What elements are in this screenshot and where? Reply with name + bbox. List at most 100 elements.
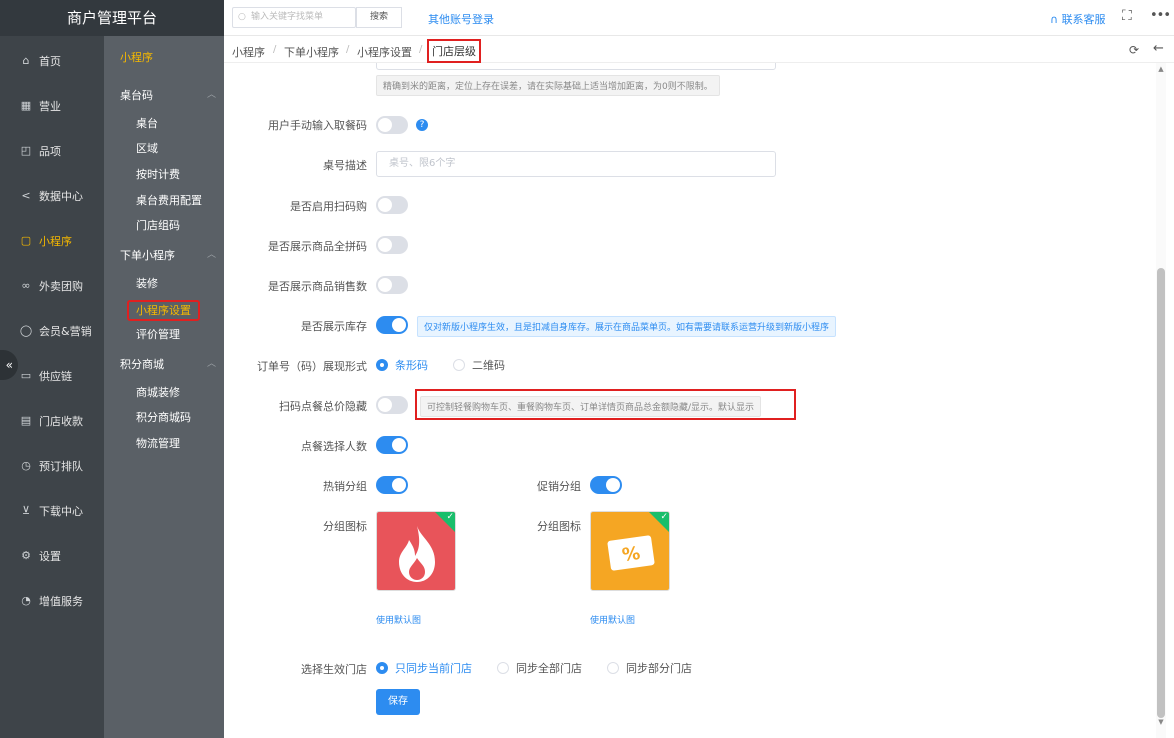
truck-icon: ▭ xyxy=(20,369,32,382)
distance-input[interactable] xyxy=(376,63,776,70)
nav-item-miniapp[interactable]: ▢ 小程序 xyxy=(0,218,104,263)
user-icon: ◯ xyxy=(19,324,33,337)
nav-item-addon[interactable]: ◔ 增值服务 xyxy=(0,578,104,623)
nav-item-settings[interactable]: ⚙ 设置 xyxy=(0,533,104,578)
sub-item-logistics[interactable]: 物流管理 xyxy=(136,435,180,451)
sub-item-reviews[interactable]: 评价管理 xyxy=(136,326,180,342)
radio-label: 同步部分门店 xyxy=(626,662,692,675)
menu-search-input[interactable]: ○ 输入关键字找菜单 xyxy=(232,7,356,28)
nav-label: 供应链 xyxy=(39,369,72,383)
sub-item-mall-decoration[interactable]: 商城装修 xyxy=(136,384,180,400)
nav-label: 首页 xyxy=(39,54,61,68)
sub-item-decoration[interactable]: 装修 xyxy=(136,275,158,291)
nav-label: 小程序 xyxy=(39,234,72,248)
radio-dot xyxy=(497,662,509,674)
contact-service-link[interactable]: ∩ 联系客服 xyxy=(1050,11,1106,27)
breadcrumb: 小程序 / 下单小程序 / 小程序设置 / 门店层级 ⟳ ← xyxy=(224,37,1174,63)
nav-label: 下载中心 xyxy=(39,504,83,518)
chevron-up-icon: ︿ xyxy=(206,90,216,100)
nav-label: 门店收款 xyxy=(39,414,83,428)
sub-group-points-mall[interactable]: 积分商城 ︿ xyxy=(120,356,216,372)
clock-icon: ◷ xyxy=(21,459,31,472)
other-account-login-link[interactable]: 其他账号登录 xyxy=(428,11,494,27)
scroll-down-icon[interactable]: ▼ xyxy=(1156,718,1166,726)
stock-toggle[interactable] xyxy=(376,316,408,334)
radio-current-store[interactable]: 只同步当前门店 xyxy=(376,660,472,676)
chevron-up-icon: ︿ xyxy=(206,359,216,369)
radio-dot xyxy=(607,662,619,674)
promo-use-default-link[interactable]: 使用默认图 xyxy=(590,613,635,626)
scroll-up-icon[interactable]: ▲ xyxy=(1156,65,1166,73)
sub-item-mall-code[interactable]: 积分商城码 xyxy=(136,409,191,425)
nav-item-payment[interactable]: ▤ 门店收款 xyxy=(0,398,104,443)
nav-item-download[interactable]: ⊻ 下载中心 xyxy=(0,488,104,533)
radio-all-stores[interactable]: 同步全部门店 xyxy=(497,660,582,676)
radio-qrcode[interactable]: 二维码 xyxy=(453,357,505,373)
nav-item-booking[interactable]: ◷ 预订排队 xyxy=(0,443,104,488)
top-bar: ○ 输入关键字找菜单 搜索 其他账号登录 ∩ 联系客服 ⛶ ••• xyxy=(224,0,1174,36)
radio-barcode[interactable]: 条形码 xyxy=(376,357,428,373)
store-scope-label: 选择生效门店 xyxy=(301,663,367,676)
pinyin-toggle[interactable] xyxy=(376,236,408,254)
breadcrumb-separator: / xyxy=(419,44,423,55)
nav-label: 预订排队 xyxy=(39,459,83,473)
radio-dot xyxy=(453,359,465,371)
back-arrow-icon[interactable]: ← xyxy=(1153,41,1164,56)
nav-item-home[interactable]: ⌂ 首页 xyxy=(0,38,104,83)
more-icon[interactable]: ••• xyxy=(1150,8,1171,23)
search-button[interactable]: 搜索 xyxy=(356,7,402,28)
gear-icon: ⚙ xyxy=(21,549,31,562)
search-placeholder: 输入关键字找菜单 xyxy=(251,12,324,22)
nav-item-products[interactable]: ◰ 品项 xyxy=(0,128,104,173)
wallet-icon: ▤ xyxy=(20,414,32,427)
sub-item-area[interactable]: 区域 xyxy=(136,140,158,156)
nav-item-data[interactable]: < 数据中心 xyxy=(0,173,104,218)
group-label: 积分商城 xyxy=(120,358,164,371)
sub-item-desk[interactable]: 桌台 xyxy=(136,115,158,131)
hot-use-default-link[interactable]: 使用默认图 xyxy=(376,613,421,626)
scrollbar[interactable]: ▲ ▼ xyxy=(1156,63,1166,738)
sub-item-store-group-code[interactable]: 门店组码 xyxy=(136,217,180,233)
chevron-up-icon: ︿ xyxy=(206,250,216,260)
promo-group-icon[interactable]: % ✓ xyxy=(590,511,670,591)
radio-dot xyxy=(376,662,388,674)
hide-total-toggle[interactable] xyxy=(376,396,408,414)
scan-buy-toggle[interactable] xyxy=(376,196,408,214)
headset-icon: ∩ xyxy=(1050,13,1062,26)
breadcrumb-item[interactable]: 小程序设置 xyxy=(357,44,412,60)
scroll-thumb[interactable] xyxy=(1157,268,1165,718)
nav-item-delivery[interactable]: ∞ 外卖团购 xyxy=(0,263,104,308)
nav-label: 设置 xyxy=(39,549,61,563)
refresh-icon[interactable]: ⟳ xyxy=(1129,43,1139,57)
help-icon[interactable]: ? xyxy=(416,119,428,131)
fullscreen-icon[interactable]: ⛶ xyxy=(1122,8,1132,24)
sub-item-desk-fee[interactable]: 桌台费用配置 xyxy=(136,192,202,208)
sub-nav-title: 小程序 xyxy=(120,51,153,64)
hide-total-label: 扫码点餐总价隐藏 xyxy=(279,400,367,413)
breadcrumb-item[interactable]: 小程序 xyxy=(232,44,265,60)
nav-label: 增值服务 xyxy=(39,594,83,608)
sales-toggle[interactable] xyxy=(376,276,408,294)
nav-label: 数据中心 xyxy=(39,189,83,203)
selected-check-icon: ✓ xyxy=(649,512,669,532)
manual-code-toggle[interactable] xyxy=(376,116,408,134)
promo-group-toggle[interactable] xyxy=(590,476,622,494)
breadcrumb-item[interactable]: 下单小程序 xyxy=(284,44,339,60)
promo-icon-label: 分组图标 xyxy=(537,520,581,533)
sub-item-miniapp-settings[interactable]: 小程序设置 xyxy=(127,300,200,321)
desk-desc-input[interactable]: 桌号、限6个字 xyxy=(376,151,776,177)
sub-item-timed-billing[interactable]: 按时计费 xyxy=(136,166,180,182)
desk-desc-label: 桌号描述 xyxy=(323,159,367,172)
hot-icon-label: 分组图标 xyxy=(323,520,367,533)
sub-group-order-miniapp[interactable]: 下单小程序 ︿ xyxy=(120,247,216,263)
order-code-label: 订单号（码）展现形式 xyxy=(257,360,367,373)
save-button[interactable]: 保存 xyxy=(376,689,420,715)
people-toggle[interactable] xyxy=(376,436,408,454)
radio-some-stores[interactable]: 同步部分门店 xyxy=(607,660,692,676)
nav-item-business[interactable]: ▦ 营业 xyxy=(0,83,104,128)
share-icon: < xyxy=(21,189,31,202)
sub-group-desk-code[interactable]: 桌台码 ︿ xyxy=(120,87,216,103)
sales-label: 是否展示商品销售数 xyxy=(268,280,367,293)
nav-item-member[interactable]: ◯ 会员&营销 xyxy=(0,308,104,353)
people-label: 点餐选择人数 xyxy=(301,440,367,453)
